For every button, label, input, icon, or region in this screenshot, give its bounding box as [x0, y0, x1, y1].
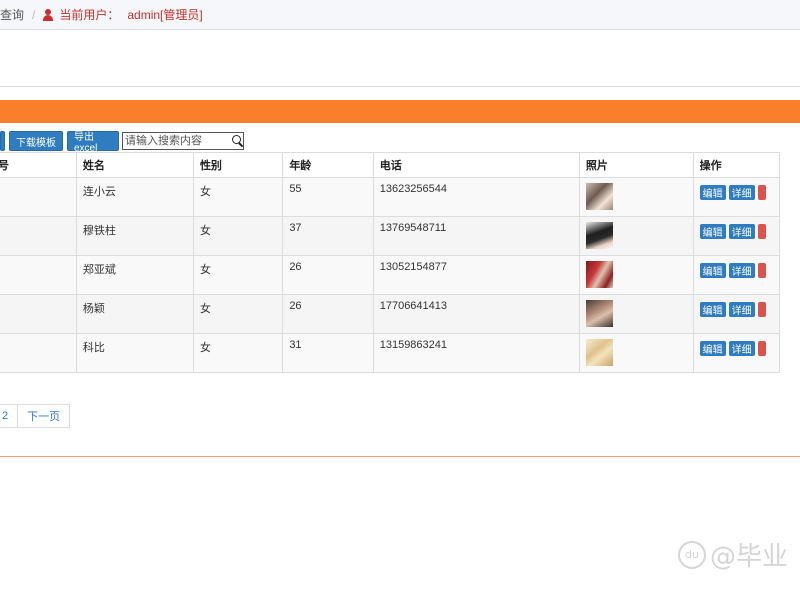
- cell-photo: [578, 177, 694, 217]
- cell-gender: 女: [192, 255, 284, 295]
- breadcrumb-separator: /: [32, 7, 36, 22]
- table-row: 28 穆铁柱 女 37 13769548711 编辑 详细: [0, 216, 781, 256]
- panel-header-bar: [0, 100, 800, 123]
- detail-button[interactable]: 详细: [728, 341, 755, 356]
- next-page-link[interactable]: 下一页: [17, 404, 71, 428]
- cell-id: 28: [0, 216, 77, 256]
- cell-photo: [578, 255, 694, 295]
- delete-button[interactable]: [757, 341, 766, 356]
- header-phone: 电话: [372, 152, 580, 178]
- header-age: 年龄: [282, 152, 374, 178]
- cell-age: 55: [282, 177, 374, 217]
- cell-gender: 女: [192, 216, 284, 256]
- cell-ops: 编辑 详细: [692, 255, 781, 295]
- user-photo[interactable]: [585, 261, 613, 288]
- user-icon: [43, 8, 54, 21]
- cell-id: 33: [0, 177, 77, 217]
- watermark: du @毕业: [678, 536, 788, 573]
- cell-ops: 编辑 详细: [692, 177, 781, 217]
- user-photo[interactable]: [585, 300, 613, 327]
- cell-phone: 13769548711: [372, 216, 580, 256]
- user-photo[interactable]: [585, 222, 613, 249]
- cell-photo: [578, 294, 694, 334]
- edit-button[interactable]: 编辑: [699, 263, 726, 278]
- cell-id: 20: [0, 294, 77, 334]
- cell-name: 杨颖: [75, 294, 194, 334]
- cell-id: 27: [0, 255, 77, 295]
- data-table: 账号 姓名 性别 年龄 电话 照片 操作 33 连小云 女 55 1362325…: [0, 152, 781, 373]
- detail-button[interactable]: 详细: [728, 224, 755, 239]
- current-user-label: 当前用户：: [59, 8, 120, 22]
- top-bar: 查询 / 当前用户： admin[管理员]: [0, 0, 800, 30]
- cell-gender: 女: [192, 294, 284, 334]
- header-ops: 操作: [692, 152, 781, 178]
- pagination: 2 下一页: [0, 404, 71, 428]
- table-header-row: 账号 姓名 性别 年龄 电话 照片 操作: [0, 152, 781, 178]
- table-row: 20 杨颖 女 26 17706641413 编辑 详细: [0, 294, 781, 334]
- cell-photo: [578, 333, 694, 373]
- edit-button[interactable]: 编辑: [699, 185, 726, 200]
- table-row: 14 科比 女 31 13159863241 编辑 详细: [0, 333, 781, 373]
- cell-age: 26: [282, 255, 374, 295]
- cell-name: 科比: [75, 333, 194, 373]
- download-template-button[interactable]: 下载模板: [9, 131, 63, 151]
- cell-name: 连小云: [75, 177, 194, 217]
- search-input[interactable]: [123, 134, 231, 148]
- detail-button[interactable]: 详细: [728, 185, 755, 200]
- search-icon[interactable]: [231, 134, 243, 148]
- edit-button[interactable]: 编辑: [699, 224, 726, 239]
- export-excel-button[interactable]: 导出excel: [67, 131, 119, 154]
- header-photo: 照片: [578, 152, 694, 178]
- watermark-logo: du: [678, 540, 706, 569]
- page-2-link[interactable]: 2: [0, 404, 19, 428]
- edit-button[interactable]: 编辑: [699, 341, 726, 356]
- cell-photo: [578, 216, 694, 256]
- cell-age: 37: [282, 216, 374, 256]
- header-gender: 性别: [192, 152, 284, 178]
- delete-button[interactable]: [757, 185, 766, 200]
- cell-ops: 编辑 详细: [692, 294, 781, 334]
- watermark-text: @毕业: [710, 542, 789, 572]
- cell-age: 31: [282, 333, 374, 373]
- search-box: [122, 132, 244, 150]
- cell-phone: 13052154877: [372, 255, 580, 295]
- cell-id: 14: [0, 333, 77, 373]
- header-id: 账号: [0, 152, 77, 178]
- cell-name: 穆铁柱: [75, 216, 194, 256]
- cell-gender: 女: [192, 333, 284, 373]
- user-photo[interactable]: [585, 339, 613, 366]
- delete-button[interactable]: [757, 224, 766, 239]
- cell-gender: 女: [192, 177, 284, 217]
- breadcrumb-current[interactable]: 查询: [0, 6, 24, 23]
- delete-button[interactable]: [757, 302, 766, 317]
- header-name: 姓名: [75, 152, 194, 178]
- footer-divider: [0, 456, 800, 457]
- cell-name: 郑亚斌: [75, 255, 194, 295]
- detail-button[interactable]: 详细: [728, 263, 755, 278]
- cell-phone: 13623256544: [372, 177, 580, 217]
- cell-ops: 编辑 详细: [692, 333, 781, 373]
- cell-phone: 13159863241: [372, 333, 580, 373]
- toolbar: 下载模板 导出excel: [0, 131, 244, 154]
- add-button[interactable]: [0, 131, 5, 151]
- cell-ops: 编辑 详细: [692, 216, 781, 256]
- current-user-name: admin[管理员]: [127, 8, 203, 22]
- table-row: 27 郑亚斌 女 26 13052154877 编辑 详细: [0, 255, 781, 295]
- table-row: 33 连小云 女 55 13623256544 编辑 详细: [0, 177, 781, 217]
- detail-button[interactable]: 详细: [728, 302, 755, 317]
- cell-age: 26: [282, 294, 374, 334]
- edit-button[interactable]: 编辑: [699, 302, 726, 317]
- cell-phone: 17706641413: [372, 294, 580, 334]
- user-photo[interactable]: [585, 183, 613, 210]
- divider: [0, 86, 800, 87]
- delete-button[interactable]: [757, 263, 766, 278]
